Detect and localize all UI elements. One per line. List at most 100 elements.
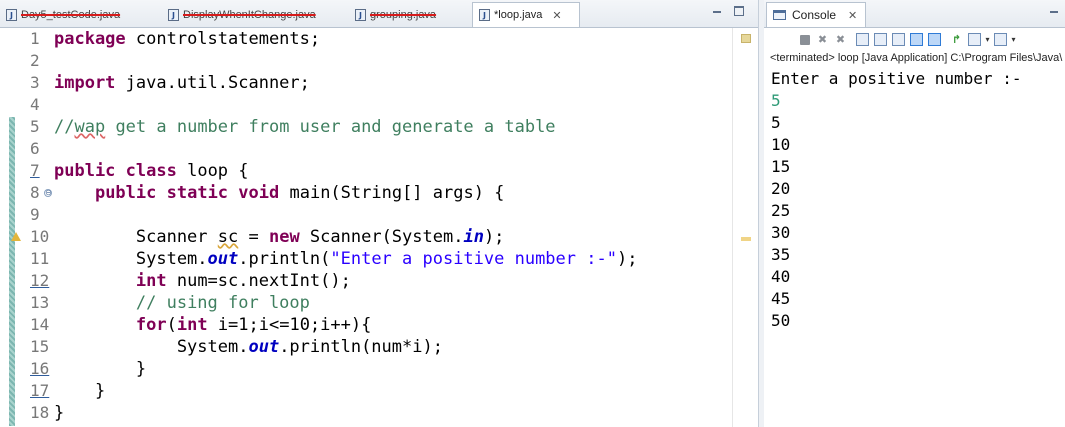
tab-console[interactable]: Console ✕ bbox=[766, 2, 867, 27]
word-wrap-icon[interactable] bbox=[892, 33, 905, 46]
line-number: 12 bbox=[30, 271, 50, 290]
code-line: System.out.println("Enter a positive num… bbox=[54, 248, 638, 270]
code-line: } bbox=[54, 381, 106, 401]
keyword: void bbox=[238, 183, 280, 203]
code-text: i=1;i<=10;i++){ bbox=[207, 315, 372, 335]
show-on-stderr-icon[interactable] bbox=[928, 33, 941, 46]
warning-marked-variable: sc bbox=[217, 227, 239, 247]
console-output-line: 15 bbox=[771, 157, 791, 176]
line-number: 10 bbox=[30, 227, 50, 246]
minimize-icon[interactable] bbox=[712, 7, 722, 17]
keyword: for bbox=[135, 315, 167, 335]
keyword: import bbox=[54, 73, 116, 93]
tab-label: Day5_testCode.java bbox=[21, 8, 121, 21]
close-icon[interactable]: ✕ bbox=[552, 9, 561, 22]
console-output-line: 30 bbox=[771, 223, 791, 242]
tab-day5-testcode[interactable]: J Day5_testCode.java bbox=[6, 3, 120, 26]
code-line: // using for loop bbox=[54, 292, 310, 314]
scroll-lock-icon[interactable] bbox=[874, 33, 887, 46]
clear-console-icon[interactable] bbox=[856, 33, 869, 46]
display-console-icon[interactable] bbox=[968, 33, 981, 46]
code-line: import java.util.Scanner; bbox=[54, 72, 310, 94]
line-number: 2 bbox=[30, 51, 40, 70]
line-number: 18 bbox=[30, 403, 50, 422]
java-file-icon: J bbox=[6, 8, 17, 21]
code-line: } bbox=[54, 359, 147, 379]
code-line: for(int i=1;i<=10;i++){ bbox=[54, 314, 371, 336]
code-line: System.out.println(num*i); bbox=[54, 336, 443, 358]
spelling-marked-word: wap bbox=[74, 117, 106, 137]
code-text: get a number from user and generate a ta… bbox=[105, 117, 556, 137]
code-text: .println( bbox=[238, 249, 331, 269]
code-text: .println(num*i); bbox=[279, 337, 443, 357]
line-number: 16 bbox=[30, 359, 50, 378]
line-number: 1 bbox=[30, 29, 40, 48]
console-output-line: 35 bbox=[771, 245, 791, 264]
tab-grouping[interactable]: J grouping.java bbox=[355, 3, 436, 26]
code-text: System. bbox=[54, 337, 249, 357]
keyword: public bbox=[94, 183, 157, 203]
overview-warning-marker[interactable] bbox=[741, 237, 751, 241]
console-prompt: Enter a positive number :- bbox=[771, 69, 1022, 88]
open-console-dropdown-icon[interactable]: ▾ bbox=[1010, 33, 1017, 46]
code-text: Scanner bbox=[54, 227, 218, 247]
tab-loop-active[interactable]: J *loop.java ✕ bbox=[472, 2, 580, 27]
java-file-icon: J bbox=[479, 9, 490, 21]
line-number: 7 bbox=[30, 161, 40, 180]
console-toolbar: ✖ ✖ ↱ ▾ ▾ bbox=[764, 28, 1065, 50]
tab-displaywhenitchange[interactable]: J DisplayWhenItChange.java bbox=[168, 3, 316, 26]
code-text: System. bbox=[54, 249, 208, 269]
line-number: 13 bbox=[30, 293, 50, 312]
pin-console-icon[interactable]: ↱ bbox=[950, 33, 963, 46]
code-line: package controlstatements; bbox=[54, 28, 320, 50]
console-output-line: 5 bbox=[771, 113, 781, 132]
code-text: ( bbox=[166, 315, 177, 335]
line-number: 9 bbox=[30, 205, 40, 224]
console-output-line: 45 bbox=[771, 289, 791, 308]
code-text: ); bbox=[616, 249, 638, 269]
keyword: static bbox=[166, 183, 229, 203]
console-output-line: 20 bbox=[771, 179, 791, 198]
keyword: class bbox=[125, 161, 177, 181]
keyword: package bbox=[54, 29, 126, 49]
keyword: int bbox=[135, 271, 167, 291]
console-output-line: 40 bbox=[771, 267, 791, 286]
line-number: 4 bbox=[30, 95, 40, 114]
close-icon[interactable]: ✕ bbox=[848, 9, 857, 22]
overview-summary-icon[interactable] bbox=[741, 34, 751, 43]
string-literal: "Enter a positive number :-" bbox=[330, 249, 617, 269]
display-console-dropdown-icon[interactable]: ▾ bbox=[984, 33, 991, 46]
open-console-icon[interactable] bbox=[994, 33, 1007, 46]
static-field: in bbox=[463, 227, 484, 247]
editor-body: 1 2 3 4 5 6 7 8 9 10 11 12 13 14 15 16 1… bbox=[0, 28, 759, 427]
maximize-icon[interactable] bbox=[734, 6, 744, 16]
code-text: num=sc.nextInt(); bbox=[166, 271, 351, 291]
tab-label: *loop.java bbox=[494, 9, 543, 21]
remove-all-terminated-icon[interactable]: ✖ bbox=[834, 33, 847, 46]
editor-tab-bar: J Day5_testCode.java J DisplayWhenItChan… bbox=[0, 0, 758, 28]
line-number: 14 bbox=[30, 315, 50, 334]
minimize-icon[interactable] bbox=[1049, 7, 1059, 17]
console-icon bbox=[773, 10, 786, 20]
keyword: public bbox=[54, 161, 116, 181]
terminate-icon[interactable] bbox=[800, 35, 810, 45]
console-output-line: 10 bbox=[771, 135, 791, 154]
fold-collapse-icon[interactable]: ⊖ bbox=[44, 189, 52, 197]
keyword: new bbox=[268, 227, 300, 247]
show-on-stdout-icon[interactable] bbox=[910, 33, 923, 46]
tab-label: Console bbox=[792, 8, 837, 22]
code-line: public static void main(String[] args) { bbox=[54, 182, 504, 204]
console-output[interactable]: Enter a positive number :- 5 5 10 15 20 … bbox=[770, 68, 1065, 427]
static-field: out bbox=[207, 249, 239, 269]
code-text-area[interactable]: package controlstatements; import java.u… bbox=[54, 28, 734, 427]
overview-ruler[interactable] bbox=[732, 28, 759, 427]
remove-launch-icon[interactable]: ✖ bbox=[816, 33, 829, 46]
line-number-ruler: 1 2 3 4 5 6 7 8 9 10 11 12 13 14 15 16 1… bbox=[16, 28, 50, 427]
line-number: 15 bbox=[30, 337, 50, 356]
console-status-label: <terminated> loop [Java Application] C:\… bbox=[770, 52, 1063, 64]
console-output-line: 50 bbox=[771, 311, 791, 330]
line-number: 6 bbox=[30, 139, 40, 158]
